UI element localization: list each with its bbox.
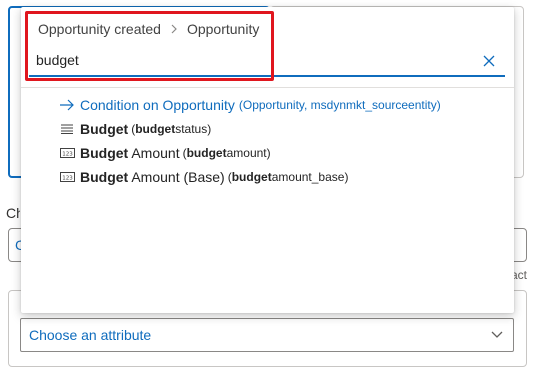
svg-text:123: 123 <box>62 175 73 181</box>
attribute-picker-flyout: Opportunity created Opportunity Conditio… <box>21 7 514 313</box>
item-logical-name: (budgetamount) <box>182 146 271 160</box>
attribute-select[interactable]: Choose an attribute <box>20 318 514 352</box>
search-input[interactable] <box>36 52 456 68</box>
arrow-right-icon <box>59 98 75 112</box>
item-name-match: Budget <box>80 121 129 137</box>
item-logical-name: (budgetstatus) <box>131 122 212 136</box>
field-label: Ch <box>6 205 20 221</box>
attribute-select-label: Choose an attribute <box>29 327 152 343</box>
number-icon: 123 <box>59 170 75 184</box>
canvas: Ch C act Choose an attribute Opportunity… <box>0 0 535 375</box>
breadcrumb-item[interactable]: Opportunity <box>187 21 259 37</box>
item-logical-name: (budgetamount_base) <box>227 170 349 184</box>
chevron-down-icon <box>491 327 503 343</box>
item-detail: (Opportunity, msdynmkt_sourceentity) <box>238 98 441 112</box>
search-field <box>29 47 505 77</box>
item-name-rest: Amount <box>128 145 180 161</box>
chevron-right-icon <box>170 21 178 37</box>
breadcrumb-item[interactable]: Opportunity created <box>38 21 161 37</box>
svg-text:123: 123 <box>62 151 73 157</box>
breadcrumb: Opportunity created Opportunity <box>38 21 259 37</box>
item-title: Condition on Opportunity <box>80 97 235 113</box>
number-icon: 123 <box>59 146 75 160</box>
list-item-related-entity[interactable]: Condition on Opportunity (Opportunity, m… <box>59 94 441 116</box>
list-item-attribute[interactable]: Budget (budgetstatus) <box>59 118 211 140</box>
item-name-rest: Amount (Base) <box>128 169 225 185</box>
list-icon <box>59 122 75 136</box>
list-item-attribute[interactable]: 123 Budget Amount (budgetamount) <box>59 142 271 164</box>
list-item-attribute[interactable]: 123 Budget Amount (Base) (budgetamount_b… <box>59 166 348 188</box>
divider <box>21 87 514 88</box>
item-name-match: Budget <box>80 169 129 185</box>
close-icon[interactable] <box>483 54 495 67</box>
item-name-match: Budget <box>80 145 129 161</box>
